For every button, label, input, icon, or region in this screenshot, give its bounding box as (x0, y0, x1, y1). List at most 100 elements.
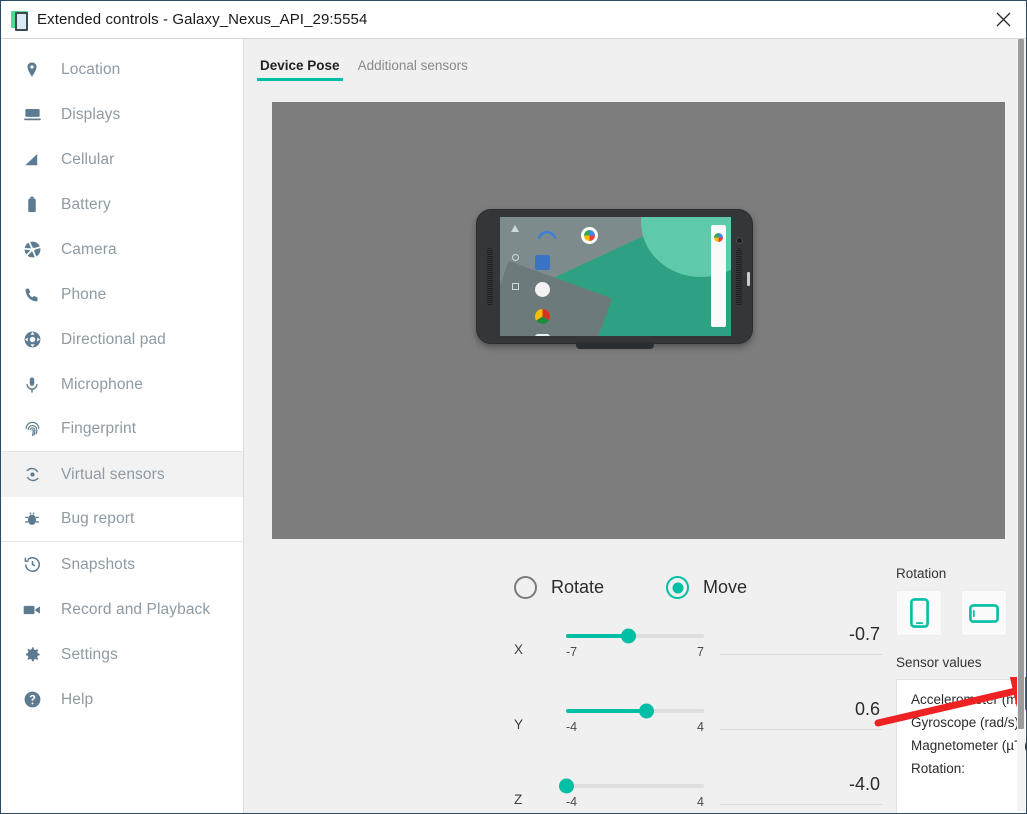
google-search-widget (711, 225, 726, 327)
slider-track[interactable] (566, 628, 704, 644)
vertical-scrollbar[interactable] (1017, 39, 1025, 811)
sidebar-item-phone[interactable]: Phone (1, 272, 243, 317)
location-pin-icon (19, 57, 45, 83)
slider-value-x[interactable]: -0.7 (720, 624, 882, 655)
help-circle-icon (19, 687, 45, 713)
display-monitor-icon (19, 102, 45, 128)
device-screen (500, 217, 731, 336)
sensor-row-magnetometer: Magnetometer (µT): -5.90 -0.00 -48.40 (911, 738, 1026, 761)
sidebar-item-label: Record and Playback (61, 600, 211, 618)
device-pose-preview[interactable] (272, 102, 1005, 539)
window-title: Extended controls - Galaxy_Nexus_API_29:… (37, 11, 368, 28)
slider-min-y: -4 (566, 720, 578, 734)
slider-thumb-x[interactable] (621, 628, 637, 644)
slider-range-labels: -4 4 (566, 795, 704, 809)
slider-value-z[interactable]: -4.0 (720, 774, 882, 805)
sidebar-item-help[interactable]: Help (1, 677, 243, 722)
back-nav-icon (511, 225, 519, 232)
tab-additional-sensors[interactable]: Additional sensors (355, 58, 471, 81)
sidebar-item-label: Snapshots (61, 555, 136, 573)
front-camera-icon (736, 237, 743, 244)
slider-min-x: -7 (566, 645, 578, 659)
bug-icon (19, 506, 45, 532)
sensor-label: Rotation: (911, 761, 966, 776)
sidebar-item-bug-report[interactable]: Bug report (1, 497, 243, 542)
phone-portrait-icon (909, 598, 929, 628)
sidebar-item-location[interactable]: Location (1, 47, 243, 92)
sidebar-item-snapshots[interactable]: Snapshots (1, 542, 243, 587)
slider-axis-label-x: X (514, 642, 524, 657)
tab-bar: Device Pose Additional sensors (244, 39, 1026, 81)
speaker-grille-right (736, 248, 742, 306)
sensor-values-title: Sensor values (896, 655, 982, 670)
sidebar-item-record-and-playback[interactable]: Record and Playback (1, 587, 243, 632)
sensor-label: Magnetometer (µT): (911, 738, 1026, 753)
chrome-app-icon (535, 309, 550, 324)
sidebar-item-cellular[interactable]: Cellular (1, 137, 243, 182)
gear-icon (19, 642, 45, 668)
sidebar-item-label: Virtual sensors (61, 465, 165, 483)
sidebar-item-label: Settings (61, 645, 118, 663)
recents-nav-icon (511, 283, 519, 290)
device-chin (575, 342, 654, 349)
docs-app-icon (535, 255, 550, 270)
sidebar-item-label: Displays (61, 105, 121, 123)
slider-thumb-z[interactable] (559, 778, 574, 794)
sidebar-item-label: Bug report (61, 510, 135, 527)
sensor-label: Gyroscope (rad/s): (911, 715, 1023, 730)
sidebar-item-battery[interactable]: Battery (1, 182, 243, 227)
move-radio[interactable]: Move (666, 576, 747, 599)
slider-range-labels: -4 4 (566, 720, 704, 734)
slider-fill (566, 709, 647, 713)
slider-z[interactable]: -4 4 (559, 772, 704, 809)
sidebar-item-fingerprint[interactable]: Fingerprint (1, 407, 243, 452)
speaker-grille-left (487, 248, 493, 306)
tab-device-pose[interactable]: Device Pose (257, 58, 343, 81)
sensor-row-gyroscope: Gyroscope (rad/s): 0.00 0.00 0.00 (911, 715, 1026, 738)
sidebar-item-camera[interactable]: Camera (1, 227, 243, 272)
sidebar-item-label: Help (61, 690, 94, 708)
slider-thumb-y[interactable] (639, 703, 655, 719)
slider-max-y: 4 (697, 720, 704, 734)
slider-track[interactable] (566, 703, 704, 719)
move-radio-label: Move (703, 577, 748, 597)
slider-y[interactable]: -4 4 (566, 697, 704, 734)
window-body: Location Displays Cellular Battery Camer… (1, 38, 1026, 813)
sidebar-item-microphone[interactable]: Microphone (1, 362, 243, 407)
slider-range-labels: -7 7 (566, 645, 704, 659)
slider-track[interactable] (559, 778, 704, 794)
sidebar-item-directional-pad[interactable]: Directional pad (1, 317, 243, 362)
dpad-icon (19, 327, 45, 353)
sidebar-item-settings[interactable]: Settings (1, 632, 243, 677)
sidebar-item-label: Battery (61, 195, 111, 213)
fingerprint-icon (19, 416, 45, 442)
android-emulator-icon (11, 11, 28, 31)
phone-app-icon (537, 230, 557, 239)
photos-app-icon (535, 334, 550, 336)
google-app-icon (581, 227, 598, 244)
scrollbar-thumb[interactable] (1018, 39, 1024, 729)
rotate-radio[interactable]: Rotate (514, 576, 604, 599)
device-render (476, 209, 753, 349)
sidebar-item-displays[interactable]: Displays (1, 92, 243, 137)
navigation-bar (506, 225, 524, 312)
rotation-landscape-left-button[interactable] (961, 590, 1007, 636)
sensor-values-section: Sensor values Accelerometer (m/s²): -9.8… (896, 655, 1026, 813)
slider-row-x: X -7 7 -0.7 (514, 622, 882, 697)
slider-row-z: Z -4 4 -4.0 (514, 772, 882, 813)
video-camera-icon (19, 597, 45, 623)
slider-value-y[interactable]: 0.6 (720, 699, 882, 730)
sidebar-item-label: Phone (61, 285, 107, 303)
slider-x[interactable]: -7 7 (566, 622, 704, 659)
sensor-label: Accelerometer (m/s²): (911, 692, 1026, 707)
slider-min-z: -4 (566, 795, 578, 809)
sensor-row-accelerometer: Accelerometer (m/s²): -9.81 -0.00 0.00 (911, 692, 1026, 715)
radio-circle-icon (514, 576, 537, 599)
close-icon[interactable] (980, 1, 1026, 38)
power-button (747, 272, 750, 286)
sidebar-item-label: Camera (61, 240, 117, 258)
rotation-portrait-button[interactable] (896, 590, 942, 636)
slider-fill (566, 634, 629, 638)
sidebar-item-virtual-sensors[interactable]: Virtual sensors (1, 452, 243, 497)
virtual-sensors-icon (19, 462, 45, 488)
